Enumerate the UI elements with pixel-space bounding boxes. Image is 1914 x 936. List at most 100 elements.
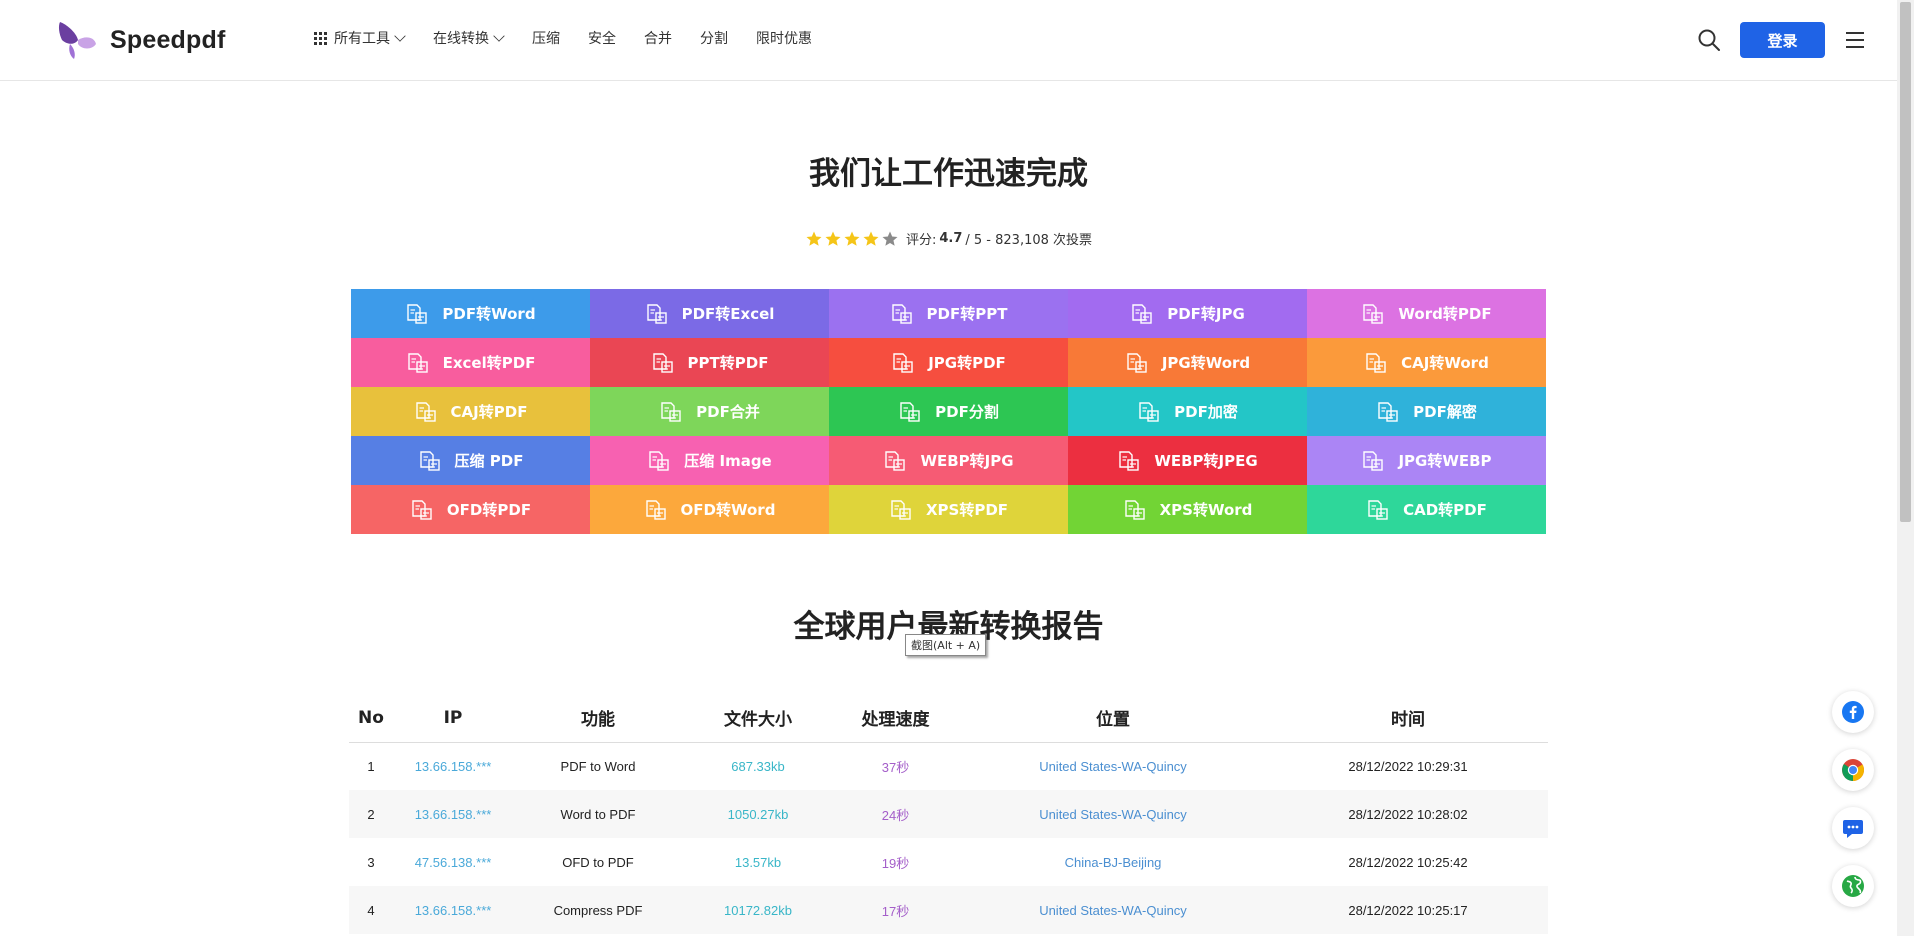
tools-grid: PDF转Word PDF转Excel PDF转PPT PDF转JPG Word转PDF E… [351,289,1546,534]
col-ip: IP [393,694,513,743]
tool-tile[interactable]: PPT转PDF [590,338,829,387]
tool-tile[interactable]: PDF转JPG [1068,289,1307,338]
cell-location: United States-WA-Quincy [1039,758,1187,774]
tool-label: Word转PDF [1398,305,1492,323]
file-convert-icon [891,303,912,324]
tool-tile[interactable]: Excel转PDF [351,338,590,387]
tool-label: WEBP转JPG [920,452,1014,470]
nav-all-tools[interactable]: 所有工具 [314,28,406,48]
cell-location: United States-WA-Quincy [958,886,1268,934]
tool-label: Excel转PDF [442,354,536,372]
tool-label: PDF解密 [1413,403,1477,421]
cell-ip: 47.56.138.*** [414,854,492,870]
cell-time: 28/12/2022 10:25:42 [1348,854,1468,870]
star-filled-icon [806,231,822,246]
chat-float-button[interactable] [1832,807,1874,849]
cell-no: 1 [367,758,375,774]
cell-no: 3 [367,854,375,870]
tool-tile[interactable]: CAD转PDF [1307,485,1546,534]
search-icon[interactable] [1697,28,1721,52]
tool-tile[interactable]: WEBP转JPEG [1068,436,1307,485]
tool-tile[interactable]: PDF加密 [1068,387,1307,436]
nav-split[interactable]: 分割 [700,28,728,48]
nav-label: 所有工具 [334,31,390,47]
tool-label: CAD转PDF [1403,501,1487,519]
tool-tile[interactable]: PDF合并 [590,387,829,436]
tool-tile[interactable]: JPG转PDF [829,338,1068,387]
tool-tile[interactable]: PDF转Excel [590,289,829,338]
cell-time: 28/12/2022 10:28:02 [1268,790,1548,838]
file-convert-icon [885,450,906,471]
cell-file-size: 687.33kb [731,758,785,774]
tool-tile[interactable]: PDF转PPT [829,289,1068,338]
chat-icon [1843,820,1863,838]
globe-float-button[interactable] [1832,865,1874,907]
nav-label: 分割 [700,31,728,47]
login-button[interactable]: 登录 [1740,22,1825,58]
tool-tile[interactable]: XPS转PDF [829,485,1068,534]
tool-tile[interactable]: JPG转WEBP [1307,436,1546,485]
col-time: 时间 [1268,694,1548,743]
tool-tile[interactable]: PDF解密 [1307,387,1546,436]
tool-tile[interactable]: Word转PDF [1307,289,1546,338]
nav-label: 合并 [644,31,672,47]
file-convert-icon [646,303,667,324]
cell-ip: 13.66.158.*** [414,758,492,774]
nav-label: 安全 [588,31,616,47]
file-convert-icon [407,303,428,324]
table-row: 4 13.66.158.*** Compress PDF 10172.82kb 17秒 U… [349,886,1548,934]
tool-tile[interactable]: OFD转PDF [351,485,590,534]
cell-location: China-BJ-Beijing [1064,854,1162,870]
tool-label: PDF加密 [1174,403,1238,421]
file-convert-icon [661,401,681,422]
page-scrollbar[interactable] [1897,0,1914,936]
col-no: No [349,694,393,743]
tool-tile[interactable]: CAJ转PDF [351,387,590,436]
grid-icon [314,31,327,45]
file-convert-icon [407,352,428,373]
cell-function: OFD to PDF [562,854,634,870]
file-convert-icon [1366,352,1386,373]
chevron-down-icon [493,30,505,42]
file-convert-icon [1127,352,1147,373]
tool-tile[interactable]: PDF分割 [829,387,1068,436]
file-convert-icon [1124,499,1145,520]
cell-speed: 17秒 [833,886,958,934]
file-convert-icon [900,401,920,422]
tool-tile[interactable]: JPG转Word [1068,338,1307,387]
hamburger-menu-icon[interactable] [1846,32,1864,48]
tool-label: CAJ转PDF [450,403,528,421]
tool-tile[interactable]: PDF转Word [351,289,590,338]
facebook-icon [1842,701,1864,723]
tool-tile[interactable]: CAJ转Word [1307,338,1546,387]
tool-tile[interactable]: OFD转Word [590,485,829,534]
scrollbar-thumb[interactable] [1900,2,1911,522]
cell-speed: 24秒 [833,790,958,838]
nav-security[interactable]: 安全 [588,28,616,48]
tool-label: PDF合并 [696,403,760,421]
chrome-float-button[interactable] [1832,749,1874,791]
star-filled-icon [825,231,841,246]
nav-compress[interactable]: 压缩 [532,28,560,48]
facebook-float-button[interactable] [1832,691,1874,733]
tool-tile[interactable]: XPS转Word [1068,485,1307,534]
nav-limited-offer[interactable]: 限时优惠 [756,28,812,48]
cell-ip: 13.66.158.*** [393,886,513,934]
tool-tile[interactable]: 压缩 PDF [351,436,590,485]
file-convert-icon [1368,499,1388,520]
file-convert-icon [412,499,432,520]
tool-tile[interactable]: WEBP转JPG [829,436,1068,485]
nav-merge[interactable]: 合并 [644,28,672,48]
tool-label: PDF分割 [935,403,999,421]
col-speed: 处理速度 [833,694,958,743]
table-row: 3 47.56.138.*** OFD to PDF 13.57kb 19秒 China-… [349,838,1548,886]
rating-score: 4.7 [939,231,963,246]
nav-online-convert[interactable]: 在线转换 [433,28,505,48]
tool-label: JPG转WEBP [1398,452,1492,470]
cell-speed: 19秒 [881,855,910,871]
butterfly-logo-icon [58,22,96,59]
tool-tile[interactable]: 压缩 Image [590,436,829,485]
rating-bar: 评分: 4.7 / 5 - 823,108 次投票 [0,229,1897,248]
file-convert-icon [1139,401,1159,422]
logo[interactable]: Speedpdf [56,20,226,60]
